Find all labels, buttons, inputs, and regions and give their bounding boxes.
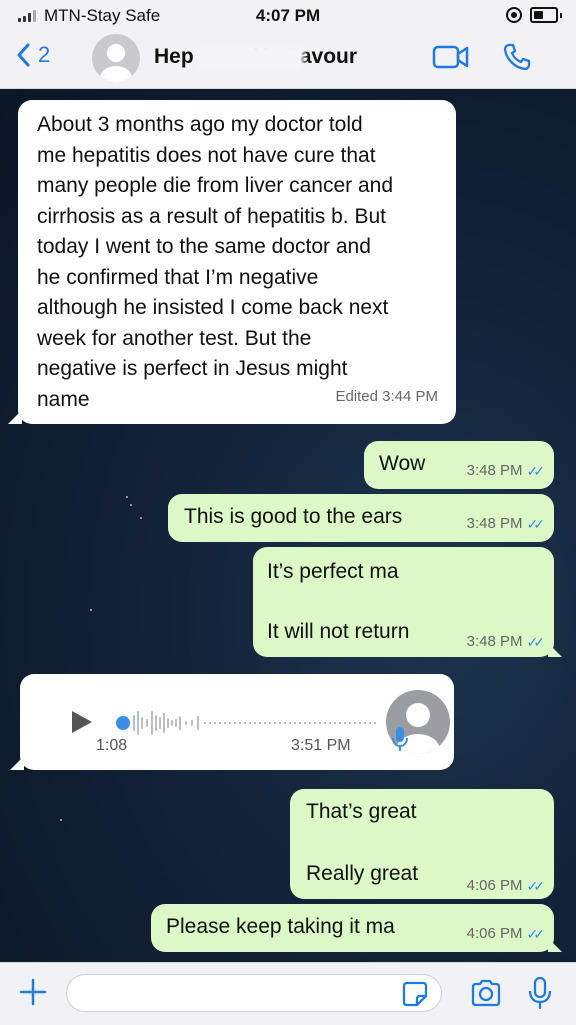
message-text-line: cirrhosis as a result of hepatitis b. Bu… — [37, 204, 386, 228]
status-bar: MTN-Stay Safe 4:07 PM — [0, 0, 576, 30]
orientation-lock-icon — [506, 7, 522, 23]
message-text-line: he confirmed that I’m negative — [37, 265, 319, 289]
play-icon[interactable] — [72, 711, 92, 733]
read-ticks-icon: ✓✓ — [526, 516, 546, 532]
phone-call-icon[interactable] — [502, 42, 532, 72]
read-ticks-icon: ✓✓ — [526, 878, 546, 894]
outgoing-message[interactable]: That’s great Really great 4:06 PM ✓✓ — [290, 789, 554, 899]
message-text: This is good to the ears — [184, 505, 403, 528]
incoming-message[interactable]: About 3 months ago my doctor told me hep… — [18, 100, 456, 424]
message-text-line: Really great — [306, 862, 419, 885]
message-text-line: me hepatitis does not have cure that — [37, 143, 376, 167]
voice-waveform[interactable] — [116, 706, 378, 740]
camera-icon[interactable] — [470, 979, 502, 1007]
read-ticks-icon: ✓✓ — [526, 634, 546, 650]
chat-header: 2 Hep M Favour — [0, 30, 576, 89]
message-text-line: About 3 months ago my doctor told — [37, 113, 363, 136]
message-time: 3:48 PM — [466, 633, 523, 650]
message-text-line: It will not return — [267, 620, 410, 643]
input-bar — [0, 962, 576, 1025]
voice-duration: 1:08 — [96, 737, 128, 754]
outgoing-message[interactable]: Wow 3:48 PM ✓✓ — [364, 441, 554, 489]
message-time: 3:51 PM — [291, 737, 351, 754]
outgoing-message[interactable]: Please keep taking it ma 4:06 PM ✓✓ — [151, 904, 554, 952]
sticker-icon[interactable] — [402, 981, 428, 1007]
message-time: 4:06 PM — [466, 877, 523, 894]
back-count: 2 — [38, 42, 51, 67]
message-input[interactable] — [66, 974, 442, 1012]
mic-icon — [392, 727, 408, 751]
read-ticks-icon: ✓✓ — [526, 926, 546, 942]
back-chevron-icon — [17, 43, 30, 67]
message-time: 4:06 PM — [466, 925, 523, 942]
chat-area[interactable]: About 3 months ago my doctor told me hep… — [0, 89, 576, 962]
status-time: 4:07 PM — [255, 6, 321, 25]
message-text-line: negative is perfect in Jesus might — [37, 357, 348, 380]
contact-avatar[interactable] — [92, 34, 140, 82]
video-call-icon[interactable] — [432, 42, 470, 72]
message-text-line: many people die from liver cancer and — [37, 174, 394, 197]
message-text: Wow — [379, 452, 426, 475]
message-text-line: That’s great — [306, 800, 417, 823]
message-meta: Edited 3:44 PM — [335, 387, 438, 405]
back-button[interactable]: 2 — [16, 42, 50, 68]
message-time: 3:48 PM — [466, 515, 523, 532]
battery-icon — [530, 7, 558, 23]
message-text: Please keep taking it ma — [166, 915, 395, 938]
message-text-line: week for another test. But the — [37, 326, 312, 350]
outgoing-message[interactable]: It’s perfect ma It will not return 3:48 … — [253, 547, 554, 657]
message-time: 3:48 PM — [466, 462, 523, 479]
read-ticks-icon: ✓✓ — [526, 463, 546, 479]
message-text-line: today I went to the same doctor and — [37, 235, 371, 258]
mic-icon[interactable] — [528, 976, 552, 1010]
plus-icon[interactable] — [18, 977, 48, 1007]
message-text-line: although he insisted I come back next — [37, 296, 389, 319]
voice-message[interactable]: 1:08 3:51 PM — [20, 674, 454, 770]
message-text-line: It’s perfect ma — [267, 560, 399, 583]
outgoing-message[interactable]: This is good to the ears 3:48 PM ✓✓ — [168, 494, 554, 542]
